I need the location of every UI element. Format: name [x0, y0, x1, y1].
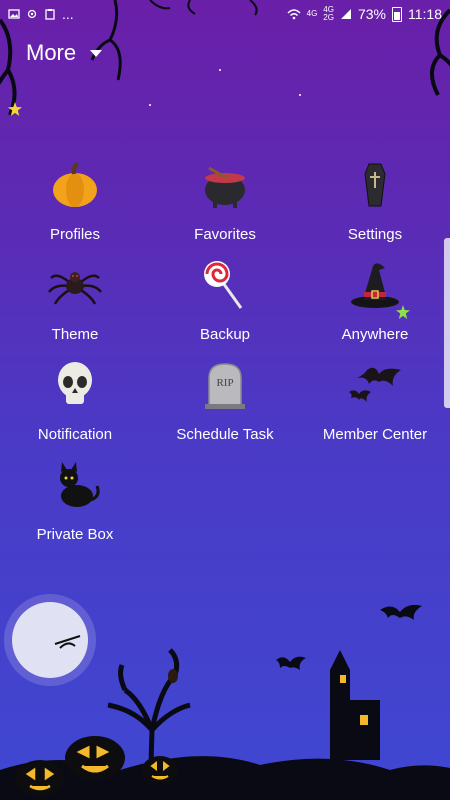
bats-icon: [349, 367, 401, 402]
skull-icon: [58, 362, 92, 404]
owl: [168, 669, 178, 683]
jack-o-lantern: [16, 760, 64, 796]
black-cat-icon: [60, 462, 100, 507]
menu-grid: Profiles Favorites Settings Theme Backup…: [0, 150, 450, 550]
side-panel-handle[interactable]: [444, 238, 450, 408]
menu-item-settings[interactable]: Settings: [300, 150, 450, 250]
page-header[interactable]: More: [26, 40, 103, 66]
witch-hat-icon: [351, 263, 399, 308]
halloween-scene-background: [0, 594, 450, 800]
clock: 11:18: [408, 6, 442, 22]
menu-item-label: Member Center: [322, 426, 428, 443]
haunted-house: [330, 650, 380, 760]
jack-o-lantern: [65, 736, 125, 780]
spider-icon: [48, 272, 102, 305]
notification-icons: ...: [8, 6, 74, 22]
menu-item-backup[interactable]: Backup: [150, 250, 300, 350]
network-labels: 4G 2G: [323, 6, 334, 22]
tombstone-icon: RIP: [205, 363, 245, 409]
wifi-icon: [287, 9, 301, 20]
system-icons: 4G 4G 2G 73% 11:18: [287, 6, 442, 22]
status-bar: ... 4G 4G 2G 73% 11:18: [0, 0, 450, 28]
menu-item-label: Favorites: [194, 226, 256, 243]
cauldron-icon: [205, 166, 245, 208]
dropdown-arrow-icon[interactable]: [90, 49, 103, 57]
menu-item-label: Notification: [37, 426, 113, 443]
menu-item-label: Private Box: [36, 526, 114, 543]
pumpkin-icon: [53, 162, 97, 207]
star-icon: [8, 102, 22, 116]
battery-percent: 73%: [357, 6, 386, 22]
menu-item-label: Backup: [199, 326, 251, 343]
bat-silhouette: [380, 604, 422, 620]
lollipop-icon: [204, 261, 243, 309]
menu-item-private-box[interactable]: Private Box: [0, 450, 150, 550]
image-icon: [8, 9, 20, 19]
menu-item-favorites[interactable]: Favorites: [150, 150, 300, 250]
clipboard-icon: [45, 9, 55, 20]
more-dots-icon: ...: [62, 6, 74, 22]
tombstone-text: RIP: [216, 377, 233, 389]
menu-item-member-center[interactable]: Member Center: [300, 350, 450, 450]
coffin-icon: [364, 163, 386, 207]
settings-dot-icon: [27, 9, 37, 19]
menu-item-profiles[interactable]: Profiles: [0, 150, 150, 250]
page-title: More: [26, 40, 77, 65]
menu-item-label: Anywhere: [341, 326, 409, 343]
network-label-3: 2G: [323, 13, 334, 22]
menu-item-anywhere[interactable]: Anywhere: [300, 250, 450, 350]
menu-item-theme[interactable]: Theme: [0, 250, 150, 350]
menu-item-label: Schedule Task: [176, 426, 274, 443]
menu-item-notification[interactable]: Notification: [0, 350, 150, 450]
menu-item-label: Theme: [51, 326, 99, 343]
jack-o-lantern: [142, 756, 178, 784]
bat-silhouette: [276, 656, 306, 670]
menu-item-label: Profiles: [49, 226, 101, 243]
menu-item-schedule-task[interactable]: RIP Schedule Task: [150, 350, 300, 450]
menu-item-label: Settings: [347, 226, 403, 243]
battery-icon: [392, 6, 402, 22]
signal-icon: [340, 9, 351, 19]
network-label-1: 4G: [306, 9, 318, 18]
